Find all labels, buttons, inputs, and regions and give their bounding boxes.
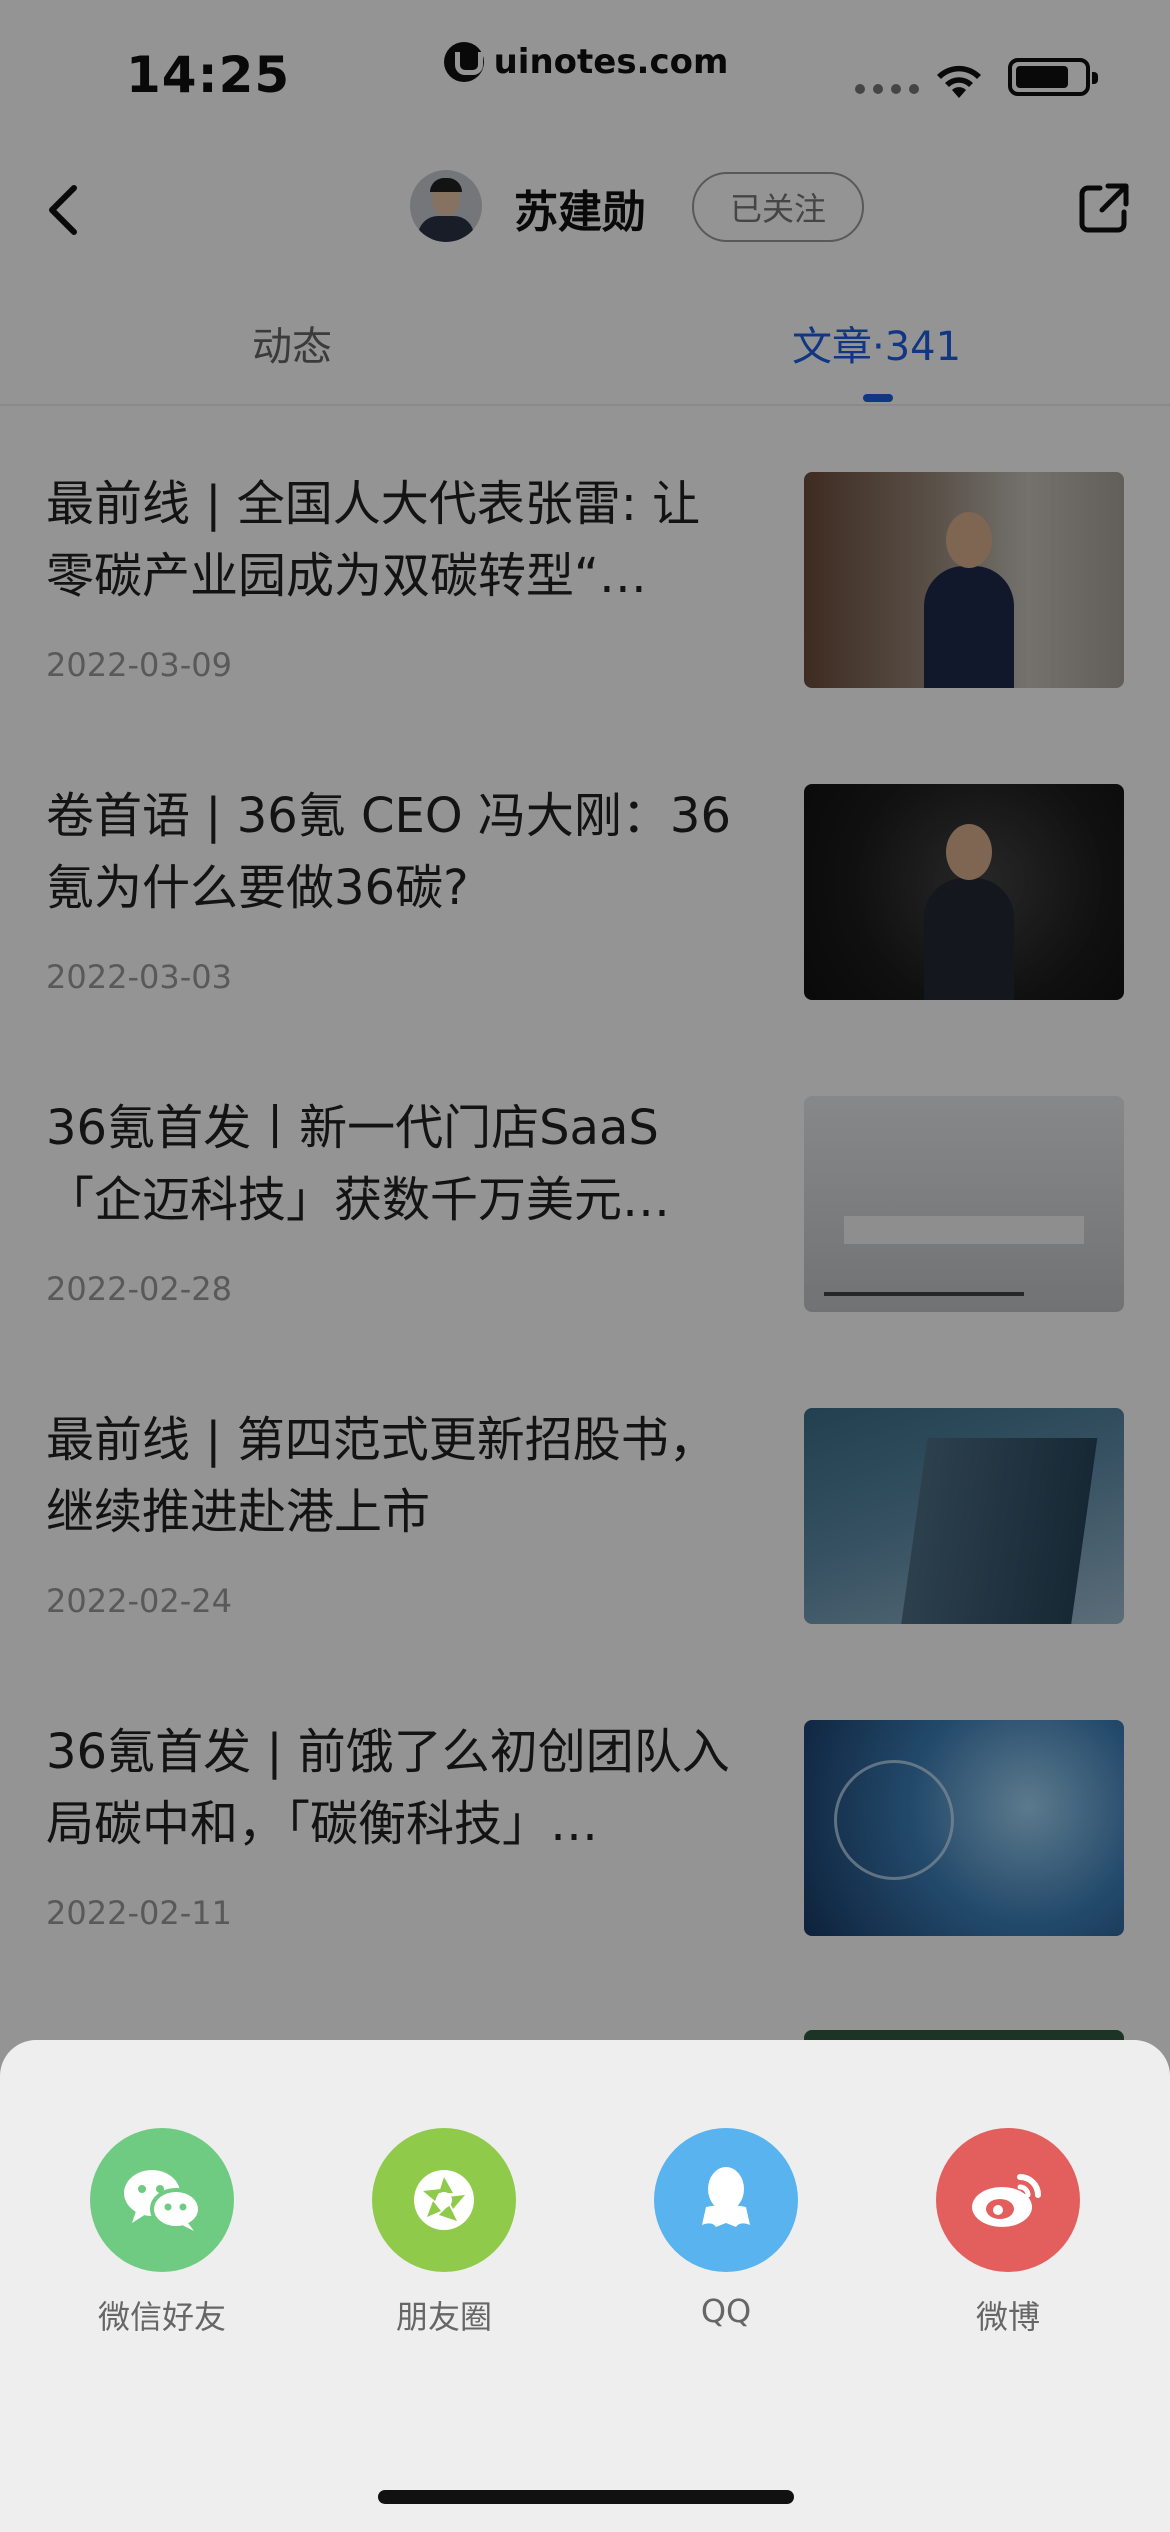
qq-icon bbox=[654, 2128, 798, 2272]
share-option-label: 微博 bbox=[975, 2298, 1040, 2336]
wechat-icon bbox=[90, 2128, 234, 2272]
weibo-icon bbox=[936, 2128, 1080, 2272]
share-option-label: 微信好友 bbox=[97, 2298, 226, 2336]
share-weibo-button[interactable]: 微博 bbox=[908, 2128, 1108, 2336]
home-indicator[interactable] bbox=[378, 2490, 794, 2504]
share-sheet: 微信好友 朋友圈 QQ 微博 bbox=[0, 2040, 1170, 2532]
share-option-label: QQ bbox=[700, 2292, 752, 2330]
share-qq-button[interactable]: QQ bbox=[626, 2128, 826, 2330]
moments-icon bbox=[372, 2128, 516, 2272]
share-moments-button[interactable]: 朋友圈 bbox=[344, 2128, 544, 2336]
share-wechat-button[interactable]: 微信好友 bbox=[62, 2128, 262, 2336]
share-option-label: 朋友圈 bbox=[395, 2298, 492, 2336]
